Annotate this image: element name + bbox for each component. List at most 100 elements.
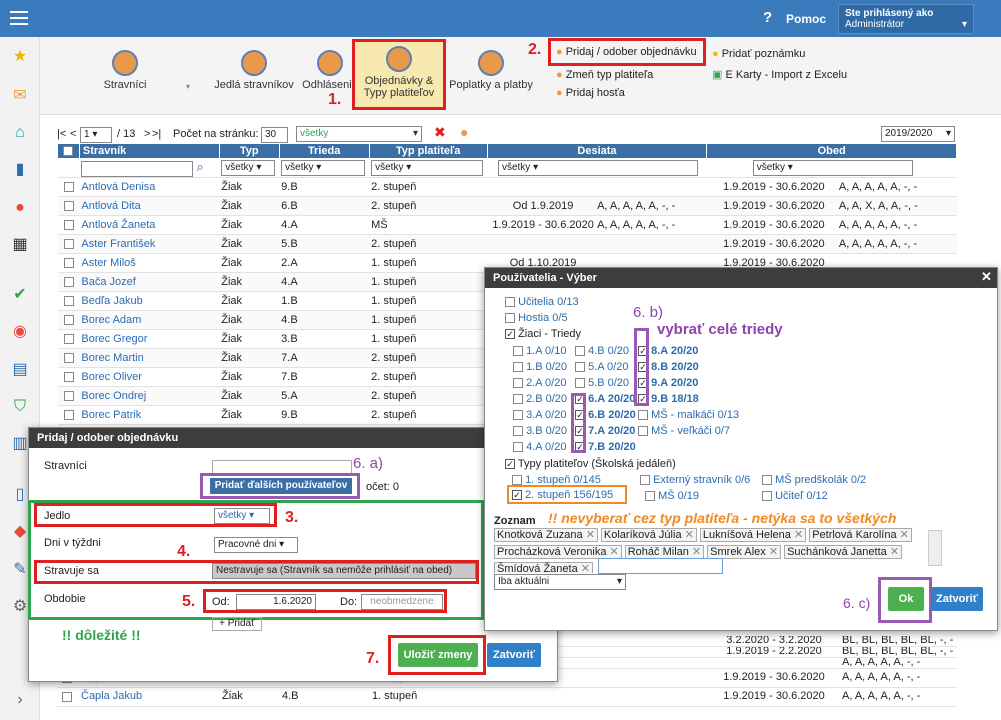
- close-icon[interactable]: ✕: [586, 529, 595, 541]
- obed-filter[interactable]: všetky ▾: [752, 160, 913, 176]
- menu-icon[interactable]: [10, 11, 28, 25]
- platitel-filter[interactable]: všetky ▾: [371, 160, 484, 176]
- typ-filter[interactable]: všetky ▾: [221, 160, 276, 176]
- typ-ucitel[interactable]: Učiteľ 0/12: [762, 490, 828, 502]
- pridat-poznamku-link[interactable]: ● Pridať poznámku: [712, 48, 805, 60]
- chevron-down-icon[interactable]: ▾: [186, 82, 190, 91]
- check-icon[interactable]: ✔: [10, 285, 30, 305]
- tools-icon[interactable]: ✖: [434, 124, 446, 141]
- class-item[interactable]: MŠ - veľkáči 0/7: [638, 425, 730, 437]
- mail-icon[interactable]: ✉: [10, 86, 30, 106]
- tag-input[interactable]: [598, 558, 723, 574]
- pridat-button[interactable]: + Pridať: [212, 617, 262, 631]
- poplatky-button[interactable]: Poplatky a platby: [446, 50, 536, 91]
- library-icon[interactable]: ▯: [10, 485, 30, 505]
- ucitelia-item[interactable]: Učitelia 0/13: [505, 296, 579, 308]
- od-input[interactable]: 1.6.2020: [236, 594, 316, 610]
- zmen-typ-link[interactable]: ● Zmeň typ platiteľa: [556, 69, 653, 81]
- col-obed[interactable]: Obed: [706, 143, 957, 159]
- col-typ-platitela[interactable]: Typ platiteľa: [368, 143, 488, 159]
- table-row[interactable]: Antlová Žaneta Žiak 4.A MŠ 1.9.2019 - 30.6.2…: [57, 215, 957, 235]
- stravnik-link[interactable]: Antlová Denisa: [79, 177, 220, 197]
- gear-icon[interactable]: ⚙: [10, 597, 30, 617]
- do-input[interactable]: neobmedzene: [361, 594, 443, 610]
- order-close-button[interactable]: Zatvoriť: [487, 643, 541, 667]
- close-icon[interactable]: ✕: [794, 529, 803, 541]
- chart-circle-icon[interactable]: ◉: [10, 322, 30, 342]
- class-item[interactable]: 3.B 0/20: [513, 425, 567, 437]
- table-row[interactable]: Čapla Jakub Žiak 4.B 1. stupeň 1.9.2019 - 30…: [57, 688, 957, 707]
- stravnik-link[interactable]: Borec Ondrej: [79, 386, 220, 406]
- close-icon[interactable]: ✕: [900, 529, 909, 541]
- class-item[interactable]: 5.A 0/20: [575, 361, 628, 373]
- stravnik-link[interactable]: Borec Martin: [79, 348, 220, 368]
- stravnik-link[interactable]: Čapla Jakub: [81, 690, 142, 702]
- user-menu[interactable]: Ste prihlásený ako Administrátor ▾: [838, 4, 974, 34]
- class-item[interactable]: 4.A 0/20: [513, 441, 566, 453]
- typy-platitelov-item[interactable]: ✓ Typy platiteľov (Školská jedáleň): [505, 458, 676, 470]
- desiata-filter[interactable]: všetky ▾: [497, 160, 698, 176]
- user-tag[interactable]: Šmídová Žaneta ✕: [494, 562, 593, 573]
- hostia-item[interactable]: Hostia 0/5: [505, 312, 568, 324]
- add-users-button[interactable]: Pridať ďalších používateľov: [210, 478, 352, 494]
- stravnik-link[interactable]: Borec Oliver: [79, 367, 220, 387]
- class-item[interactable]: 2.A 0/20: [513, 377, 566, 389]
- chevron-right-icon[interactable]: ›: [10, 690, 30, 710]
- book-icon[interactable]: ▮: [10, 160, 30, 180]
- row-checkbox[interactable]: [57, 310, 80, 330]
- class-item[interactable]: 1.B 0/20: [513, 361, 567, 373]
- typ-externy[interactable]: Externý stravník 0/6: [640, 474, 750, 486]
- stravnik-link[interactable]: Bača Jozef: [79, 272, 220, 292]
- dni-select[interactable]: Pracovné dni ▾: [214, 537, 298, 553]
- odhlasenia-button[interactable]: Odhlásenia: [300, 50, 360, 91]
- class-item[interactable]: 1.A 0/10: [513, 345, 566, 357]
- user-tag[interactable]: Suchánková Janetta ✕: [784, 545, 903, 559]
- ziaci-item[interactable]: ✓ Žiaci - Triedy: [505, 328, 581, 340]
- stravnik-link[interactable]: Borec Patrik: [79, 405, 220, 425]
- stravuje-select[interactable]: Nestravuje sa (Stravník sa nemôže prihlá…: [212, 563, 476, 579]
- calendar-icon[interactable]: ▦: [10, 235, 30, 255]
- class-item[interactable]: 3.A 0/20: [513, 409, 566, 421]
- row-checkbox[interactable]: [57, 234, 80, 254]
- user-tag[interactable]: Petrlová Karolína ✕: [809, 528, 912, 542]
- row-checkbox[interactable]: [57, 177, 80, 197]
- close-icon[interactable]: ✕: [769, 546, 778, 558]
- chat-icon[interactable]: ◆: [10, 522, 30, 542]
- table-row[interactable]: Antlová Denisa Žiak 9.B 2. stupeň 1.9.2019 -…: [57, 177, 957, 197]
- pager-last[interactable]: >|: [152, 128, 161, 140]
- row-checkbox[interactable]: [57, 348, 80, 368]
- row-checkbox[interactable]: [57, 215, 80, 235]
- stravnik-link[interactable]: Borec Adam: [79, 310, 220, 330]
- page-select[interactable]: 1 ▾: [80, 127, 112, 143]
- col-trieda[interactable]: Trieda: [278, 143, 370, 159]
- aktualni-select[interactable]: Iba aktuálni ▾: [494, 574, 626, 590]
- help-link[interactable]: Pomoc: [786, 12, 826, 26]
- class-item[interactable]: 4.B 0/20: [575, 345, 629, 357]
- pen-icon[interactable]: ✎: [10, 560, 30, 580]
- user-tag[interactable]: Kolaríková Júlia ✕: [600, 528, 697, 542]
- select-all-header[interactable]: [57, 143, 80, 159]
- user-tag[interactable]: Roháč Milan ✕: [624, 545, 705, 559]
- home-icon[interactable]: ⌂: [10, 123, 30, 143]
- pridaj-hosta-link[interactable]: ● Pridaj hosťa: [556, 87, 625, 99]
- objednavky-button[interactable]: Objednávky & Typy platiteľov: [356, 46, 442, 99]
- user-tag[interactable]: Procházková Veronika ✕: [494, 545, 622, 559]
- pager-prev[interactable]: <: [70, 128, 76, 140]
- stravnici-button[interactable]: Stravníci: [95, 50, 155, 91]
- stravnik-link[interactable]: Borec Gregor: [79, 329, 220, 349]
- close-icon[interactable]: ✕: [685, 529, 694, 541]
- bar-chart-icon[interactable]: ▥: [10, 434, 30, 454]
- user-tag[interactable]: Lukníšová Helena ✕: [699, 528, 807, 542]
- col-stravnik[interactable]: Stravník: [78, 143, 220, 159]
- row-checkbox[interactable]: [57, 272, 80, 292]
- class-item[interactable]: MŠ - malkáči 0/13: [638, 409, 739, 421]
- briefcase-icon[interactable]: ▤: [10, 360, 30, 380]
- close-icon[interactable]: ✕: [692, 546, 701, 558]
- jedlo-select[interactable]: všetky ▾: [214, 508, 270, 524]
- row-checkbox[interactable]: [62, 692, 72, 702]
- table-row[interactable]: Aster František Žiak 5.B 2. stupeň 1.9.2019 …: [57, 234, 957, 254]
- close-icon[interactable]: ✕: [581, 563, 590, 573]
- tags-scrollbar[interactable]: [928, 530, 942, 566]
- col-desiata[interactable]: Desiata: [486, 143, 708, 159]
- row-checkbox[interactable]: [57, 253, 80, 273]
